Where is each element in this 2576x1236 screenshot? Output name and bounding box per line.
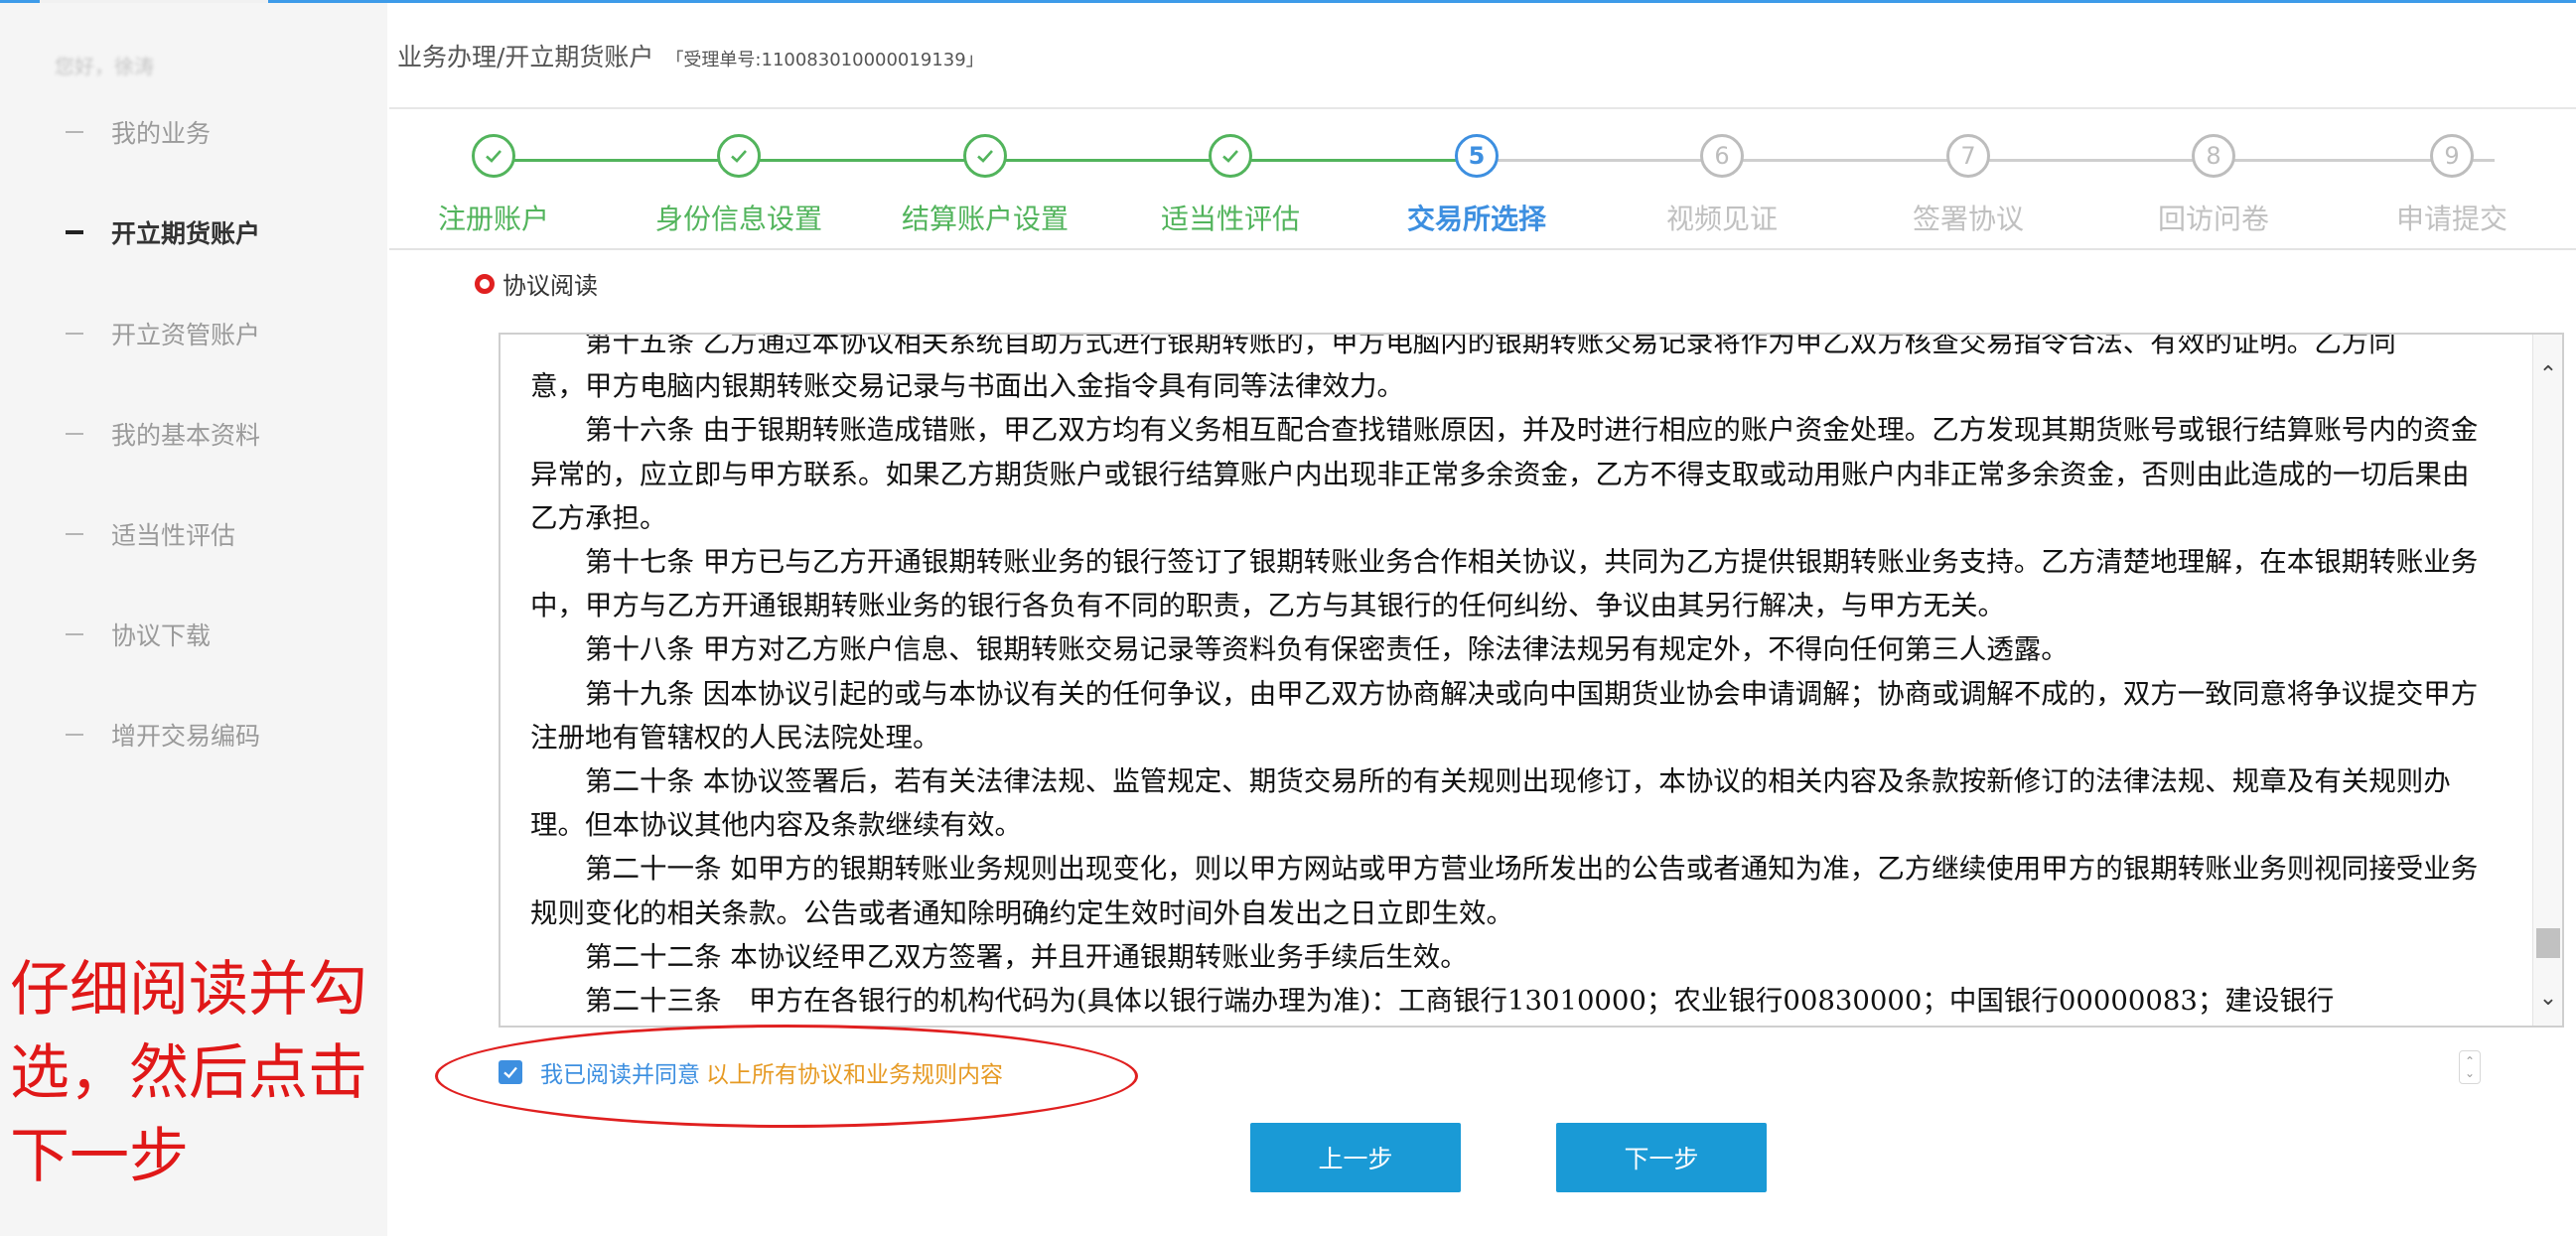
- agreement-paragraph: 第十八条 甲方对乙方账户信息、银期转账交易记录等资料负有保密责任，除法律法规另有…: [585, 633, 2069, 666]
- step-label: 注册账户: [437, 203, 549, 235]
- sidebar-item-my-business[interactable]: 我的业务: [66, 114, 211, 150]
- vertical-scrollbar[interactable]: ⌃ ⌄: [2532, 335, 2562, 1026]
- sidebar-item-basic-info[interactable]: 我的基本资料: [66, 416, 260, 452]
- check-icon: [717, 134, 761, 178]
- sidebar-item-label: 我的业务: [111, 119, 212, 148]
- step-number: 6: [1700, 134, 1744, 178]
- annotation-text: 仔细阅读并勾选，然后点击下一步: [10, 955, 367, 1191]
- sidebar-item-suitability[interactable]: 适当性评估: [66, 516, 235, 552]
- annotation-ellipse: [435, 1025, 1138, 1128]
- dash-icon: [66, 533, 83, 535]
- chevron-up-icon[interactable]: ⌃: [2533, 356, 2562, 392]
- sidebar-item-open-futures-account[interactable]: 开立期货账户: [66, 214, 260, 250]
- dash-icon: [66, 734, 83, 736]
- radio-dot-icon: [475, 273, 495, 294]
- next-button[interactable]: 下一步: [1556, 1123, 1767, 1192]
- step-label: 适当性评估: [1160, 203, 1300, 235]
- dash-icon: [66, 433, 83, 435]
- divider: [389, 107, 2576, 109]
- step-6: 6 视频见证: [1638, 134, 1806, 237]
- agreement-paragraph: 第十五条 乙方通过本协议相关系统自助方式进行银期转账的，甲方电脑内的银期转账交易…: [585, 333, 2396, 358]
- step-8: 8 回访问卷: [2129, 134, 2298, 237]
- prev-button[interactable]: 上一步: [1250, 1123, 1461, 1192]
- sidebar-item-label: 协议下载: [111, 621, 212, 650]
- agreement-paragraph: 意，甲方电脑内银期转账交易记录与书面出入金指令具有同等法律效力。: [530, 370, 1404, 403]
- sidebar-item-agreement-download[interactable]: 协议下载: [66, 617, 211, 652]
- step-number: 8: [2192, 134, 2235, 178]
- dash-icon: [66, 333, 83, 335]
- step-5: 5 交易所选择: [1392, 134, 1561, 237]
- sidebar-item-add-trading-code[interactable]: 增开交易编码: [66, 717, 260, 753]
- sort-arrows-icon: ⌃ ⌄: [2459, 1050, 2481, 1084]
- step-label: 结算账户设置: [901, 203, 1069, 235]
- step-label: 申请提交: [2395, 203, 2507, 235]
- section-title: 协议阅读: [475, 266, 598, 301]
- check-icon: [472, 134, 515, 178]
- step-1: 注册账户: [409, 134, 578, 237]
- section-title-label: 协议阅读: [502, 272, 598, 300]
- step-label: 交易所选择: [1406, 203, 1546, 235]
- agreement-paragraph: 第二十三条 甲方在各银行的机构代码为(具体以银行端办理为准)：工商银行13010…: [585, 985, 2335, 1018]
- dash-icon: [66, 131, 83, 133]
- dash-icon: [66, 633, 83, 635]
- agreement-paragraph: 第十九条 因本协议引起的或与本协议有关的任何争议，由甲乙双方协商解决或向中国期货…: [530, 677, 2479, 754]
- check-icon: [1209, 134, 1252, 178]
- sidebar-item-label: 开立资管账户: [111, 321, 261, 349]
- agreement-paragraph: 第二十一条 如甲方的银期转账业务规则出现变化，则以甲方网站或甲方营业场所发出的公…: [530, 853, 2479, 929]
- sidebar-item-open-asset-account[interactable]: 开立资管账户: [66, 316, 260, 351]
- agreement-paragraph: 第十六条 由于银期转账造成错账，甲乙双方均有义务相互配合查找错账原因，并及时进行…: [530, 414, 2479, 534]
- user-greeting: 您好，徐涛: [55, 55, 154, 78]
- breadcrumb-path: 业务办理/开立期货账户: [397, 43, 654, 71]
- step-label: 回访问卷: [2157, 203, 2269, 235]
- step-number: 9: [2430, 134, 2474, 178]
- sidebar-item-label: 我的基本资料: [111, 421, 261, 450]
- divider: [389, 248, 2576, 250]
- step-3: 结算账户设置: [901, 134, 1070, 237]
- agreement-content: 第十五条 乙方通过本协议相关系统自助方式进行银期转账的，甲方电脑内的银期转账交易…: [530, 333, 2492, 1026]
- agreement-text-box[interactable]: 第十五条 乙方通过本协议相关系统自助方式进行银期转账的，甲方电脑内的银期转账交易…: [499, 333, 2564, 1028]
- step-2: 身份信息设置: [654, 134, 823, 237]
- agreement-paragraph: 第二十条 本协议签署后，若有关法律法规、监管规定、期货交易所的有关规则出现修订，…: [530, 765, 2451, 842]
- breadcrumb: 业务办理/开立期货账户 「受理单号:110083010000019139」: [397, 38, 984, 73]
- sidebar-item-label: 开立期货账户: [111, 219, 261, 248]
- step-label: 身份信息设置: [654, 203, 822, 235]
- dash-icon: [66, 230, 83, 234]
- step-4: 适当性评估: [1146, 134, 1315, 237]
- step-7: 7 签署协议: [1884, 134, 2053, 237]
- agreement-paragraph: 第十七条 甲方已与乙方开通银期转账业务的银行签订了银期转账业务合作相关协议，共同…: [530, 546, 2479, 622]
- step-9: 9 申请提交: [2367, 134, 2536, 237]
- agreement-paragraph: 第二十二条 本协议经甲乙双方签署，并且开通银期转账业务手续后生效。: [585, 940, 1468, 973]
- sidebar-item-label: 增开交易编码: [111, 722, 261, 751]
- step-label: 签署协议: [1912, 203, 2024, 235]
- step-label: 视频见证: [1665, 203, 1778, 235]
- scrollbar-thumb[interactable]: [2536, 928, 2560, 958]
- step-number: 5: [1455, 134, 1499, 178]
- check-icon: [963, 134, 1007, 178]
- sidebar-item-label: 适当性评估: [111, 521, 236, 550]
- chevron-down-icon[interactable]: ⌄: [2533, 980, 2562, 1016]
- order-number: 「受理单号:110083010000019139」: [665, 50, 984, 70]
- progress-stepper: 注册账户 身份信息设置 结算账户设置 适当性评估 5 交易所选择 6 视频见证 …: [389, 114, 2576, 253]
- step-number: 7: [1946, 134, 1990, 178]
